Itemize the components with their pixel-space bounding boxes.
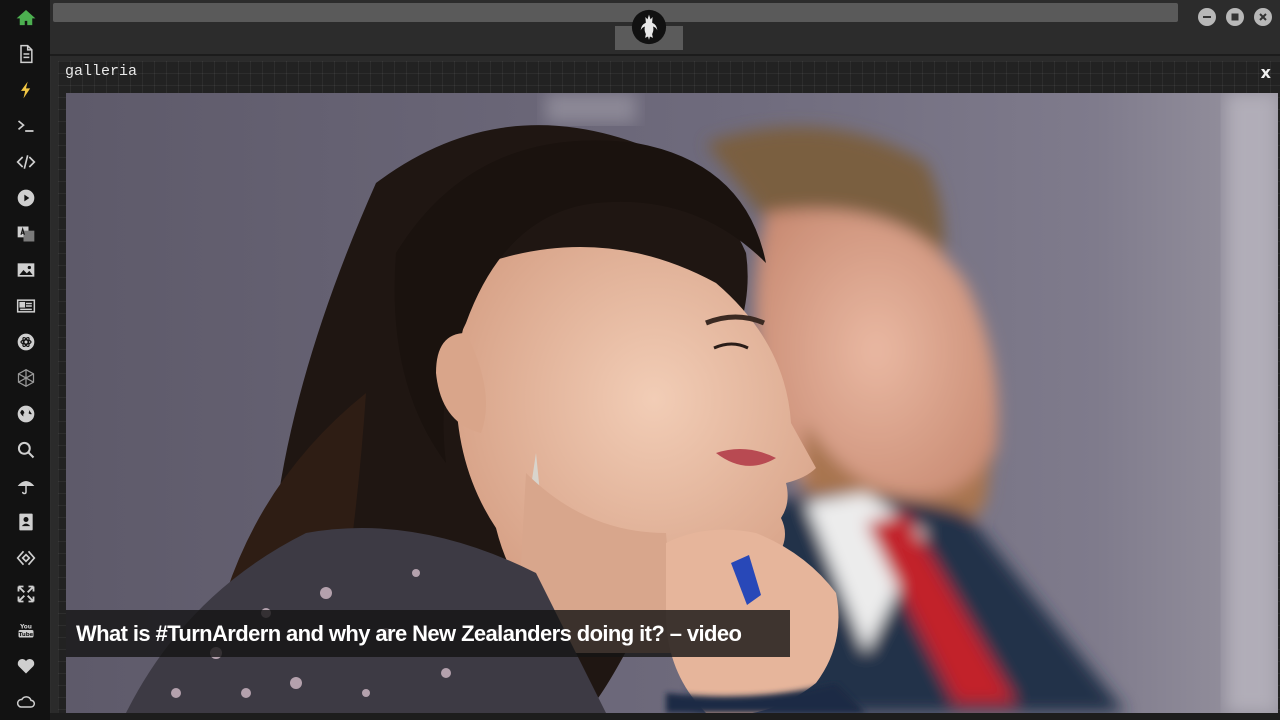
rebel-alliance-logo[interactable] (630, 8, 668, 46)
youtube-icon[interactable]: You Tube (13, 617, 39, 643)
minimize-icon[interactable] (1198, 8, 1216, 26)
play-icon[interactable] (13, 185, 39, 211)
atom-icon[interactable] (13, 329, 39, 355)
expand-icon[interactable] (13, 581, 39, 607)
image-icon[interactable] (13, 257, 39, 283)
image-caption: What is #TurnArdern and why are New Zeal… (66, 610, 790, 657)
heart-icon[interactable] (13, 653, 39, 679)
bottom-strip (50, 713, 1280, 720)
contacts-icon[interactable] (13, 509, 39, 535)
diamond-code-icon[interactable] (13, 545, 39, 571)
close-icon[interactable] (1254, 8, 1272, 26)
window-title: galleria (65, 63, 138, 80)
home-icon[interactable] (13, 5, 39, 31)
maximize-icon[interactable] (1226, 8, 1244, 26)
translate-icon[interactable] (13, 221, 39, 247)
document-icon[interactable] (13, 41, 39, 67)
globe-icon[interactable] (13, 401, 39, 427)
svg-text:Tube: Tube (19, 632, 34, 638)
newspaper-icon[interactable] (13, 293, 39, 319)
window-close-button[interactable]: x (1261, 63, 1271, 82)
hexagon-network-icon[interactable] (13, 365, 39, 391)
top-bar (50, 0, 1280, 56)
lightning-icon[interactable] (13, 77, 39, 103)
code-icon[interactable] (13, 149, 39, 175)
caption-text: What is #TurnArdern and why are New Zeal… (76, 620, 742, 646)
sidebar: You Tube (0, 0, 51, 720)
address-bar[interactable] (53, 3, 1178, 22)
cloud-icon[interactable] (13, 689, 39, 715)
svg-text:You: You (19, 624, 32, 630)
search-icon[interactable] (13, 437, 39, 463)
umbrella-icon[interactable] (13, 473, 39, 499)
terminal-icon[interactable] (13, 113, 39, 139)
